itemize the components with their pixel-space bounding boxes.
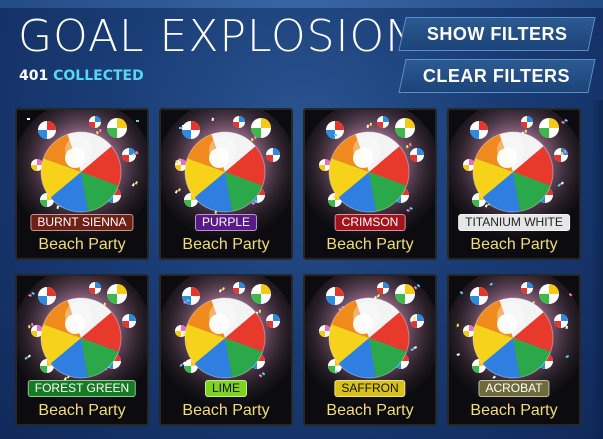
- paint-badge: TITANIUM WHITE: [458, 214, 570, 231]
- show-filters-label: SHOW FILTERS: [426, 23, 568, 44]
- paint-badge: FOREST GREEN: [27, 380, 137, 397]
- item-name: Beach Party: [38, 236, 126, 253]
- paint-badge: SAFFRON: [334, 380, 406, 397]
- paint-badge: LIME: [204, 380, 248, 397]
- collected-label: COLLECTED: [53, 68, 144, 84]
- item-card[interactable]: SAFFRON Beach Party: [303, 274, 437, 426]
- top-border-decoration: [0, 0, 603, 8]
- item-card[interactable]: FOREST GREEN Beach Party: [15, 274, 149, 426]
- item-card[interactable]: LIME Beach Party: [159, 274, 293, 426]
- paint-badge: BURNT SIENNA: [30, 214, 134, 231]
- item-name: Beach Party: [38, 402, 126, 419]
- clear-filters-label: CLEAR FILTERS: [423, 65, 571, 86]
- item-card[interactable]: TITANIUM WHITE Beach Party: [447, 108, 581, 260]
- item-name: Beach Party: [470, 402, 558, 419]
- item-name: Beach Party: [470, 236, 558, 253]
- scroll-edge-fade: [591, 100, 603, 439]
- page-title: GOAL EXPLOSION: [18, 11, 420, 62]
- item-name: Beach Party: [182, 402, 270, 419]
- item-grid: BURNT SIENNA Beach Party PURPLE Beach Pa…: [15, 108, 603, 439]
- item-card[interactable]: ACROBAT Beach Party: [447, 274, 581, 426]
- goal-explosion-inventory-screen: GOAL EXPLOSION 401 COLLECTED SHOW FILTER…: [0, 0, 603, 439]
- item-name: Beach Party: [182, 236, 270, 253]
- collected-counter: 401 COLLECTED: [19, 68, 144, 84]
- item-name: Beach Party: [326, 402, 414, 419]
- clear-filters-button[interactable]: CLEAR FILTERS: [398, 59, 596, 93]
- show-filters-button[interactable]: SHOW FILTERS: [398, 17, 596, 51]
- item-card[interactable]: PURPLE Beach Party: [159, 108, 293, 260]
- item-name: Beach Party: [326, 236, 414, 253]
- paint-badge: PURPLE: [194, 214, 258, 231]
- collected-count: 401: [19, 68, 49, 84]
- item-card[interactable]: BURNT SIENNA Beach Party: [15, 108, 149, 260]
- paint-badge: CRIMSON: [334, 214, 406, 231]
- item-card[interactable]: CRIMSON Beach Party: [303, 108, 437, 260]
- paint-badge: ACROBAT: [478, 380, 550, 397]
